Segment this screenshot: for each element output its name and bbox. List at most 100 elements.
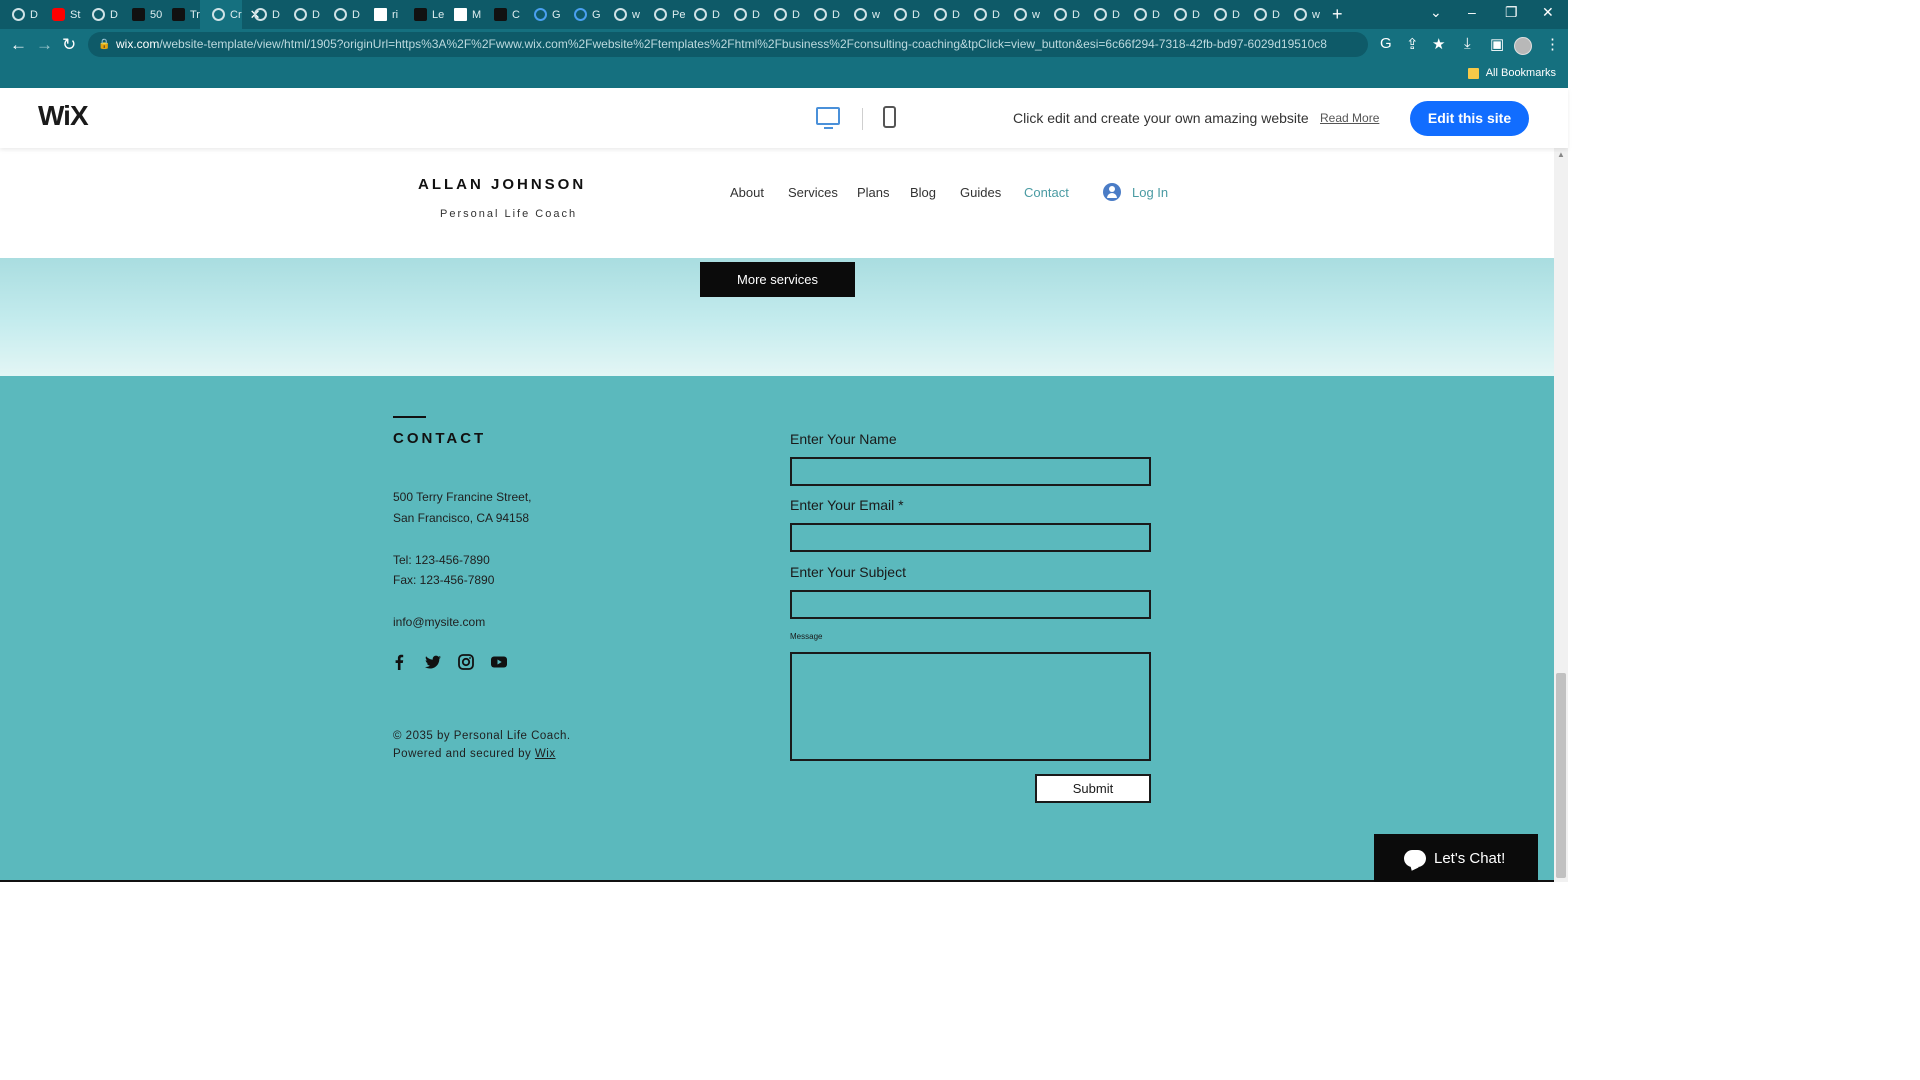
app-icon	[414, 8, 427, 21]
tab-label: D	[312, 8, 320, 21]
url-field[interactable]: 🔒 wix.com/website-template/view/html/190…	[88, 32, 1368, 57]
wix-promo-message: Click edit and create your own amazing w…	[1013, 110, 1309, 126]
tab-label: Tr	[190, 8, 200, 21]
tab-label: D	[352, 8, 360, 21]
browser-tab[interactable]: D	[802, 0, 842, 29]
name-field[interactable]	[790, 457, 1151, 486]
browser-tab[interactable]: D	[722, 0, 762, 29]
globe-icon	[934, 8, 947, 21]
address-line-1: 500 Terry Francine Street,	[393, 490, 532, 504]
google-lens-icon[interactable]: G	[1380, 35, 1392, 52]
tab-search-icon[interactable]: ⌄	[1430, 4, 1442, 21]
youtube-icon[interactable]	[491, 654, 507, 670]
browser-tab[interactable]: 50	[120, 0, 162, 29]
browser-tab[interactable]: Le	[402, 0, 444, 29]
browser-tab[interactable]: D	[1042, 0, 1082, 29]
nav-about[interactable]: About	[730, 185, 764, 200]
wix-link[interactable]: Wix	[535, 748, 556, 760]
forward-icon[interactable]: →	[36, 35, 53, 55]
tab-label: G	[552, 8, 561, 21]
user-icon[interactable]	[1103, 183, 1121, 201]
globe-icon	[12, 8, 25, 21]
browser-tab[interactable]: D	[962, 0, 1002, 29]
browser-tab[interactable]: D	[1242, 0, 1282, 29]
read-more-link[interactable]: Read More	[1320, 111, 1379, 125]
tab-label: D	[1152, 8, 1160, 21]
tab-label: M	[472, 8, 482, 21]
browser-tab[interactable]: D	[922, 0, 962, 29]
telephone: Tel: 123-456-7890	[393, 553, 490, 567]
download-icon[interactable]: ⤓	[1464, 35, 1471, 52]
browser-tab[interactable]: D	[1202, 0, 1242, 29]
browser-tab[interactable]: w	[602, 0, 642, 29]
close-window-icon[interactable]: ✕	[1542, 4, 1554, 21]
browser-tab[interactable]: ri	[362, 0, 402, 29]
nav-blog[interactable]: Blog	[910, 185, 936, 200]
message-field[interactable]	[790, 652, 1151, 761]
scrollbar-thumb[interactable]	[1556, 673, 1566, 878]
browser-tab-bar: D St D 50 Tr Cr ✕ D D Dri Le M C G Gw Pe D D D Dw D D Dw D D D D D D…	[0, 0, 1568, 29]
browser-tab[interactable]: w	[842, 0, 882, 29]
browser-tab[interactable]: D	[682, 0, 722, 29]
new-tab-button[interactable]: +	[1332, 4, 1343, 25]
instagram-icon[interactable]	[458, 654, 474, 670]
share-icon[interactable]: ⇪	[1406, 35, 1419, 53]
all-bookmarks-button[interactable]: All Bookmarks	[1467, 67, 1556, 79]
url-host: wix.com	[116, 37, 160, 51]
globe-icon	[614, 8, 627, 21]
browser-tab[interactable]: C	[482, 0, 522, 29]
browser-tab[interactable]: G	[562, 0, 602, 29]
desktop-view-icon[interactable]	[816, 107, 840, 129]
browser-tab[interactable]: D	[0, 0, 40, 29]
submit-button[interactable]: Submit	[1035, 774, 1151, 803]
browser-tab[interactable]: St	[40, 0, 80, 29]
browser-tab[interactable]: D	[1122, 0, 1162, 29]
browser-tab[interactable]: D	[882, 0, 922, 29]
minimize-icon[interactable]: –	[1468, 4, 1476, 20]
bookmark-star-icon[interactable]: ★	[1432, 35, 1445, 53]
brand-name[interactable]: ALLAN JOHNSON	[418, 176, 586, 193]
globe-icon	[92, 8, 105, 21]
subject-field[interactable]	[790, 590, 1151, 619]
side-panel-icon[interactable]: ▣	[1490, 35, 1504, 53]
browser-tab[interactable]: Cr ✕	[200, 0, 261, 29]
email-link[interactable]: info@mysite.com	[393, 615, 485, 629]
twitter-icon[interactable]	[425, 654, 441, 670]
browser-tab[interactable]: D	[762, 0, 802, 29]
profile-avatar[interactable]	[1514, 37, 1532, 55]
browser-tab[interactable]: Pe	[642, 0, 685, 29]
browser-tab[interactable]: D	[80, 0, 120, 29]
browser-tab[interactable]: D	[1082, 0, 1122, 29]
browser-tab[interactable]: M	[442, 0, 482, 29]
nav-plans[interactable]: Plans	[857, 185, 890, 200]
chat-widget-button[interactable]: Let's Chat!	[1374, 834, 1538, 882]
scroll-up-icon[interactable]: ▲	[1557, 150, 1565, 159]
browser-tab[interactable]: w	[1002, 0, 1042, 29]
browser-menu-icon[interactable]: ⋮	[1545, 35, 1560, 53]
more-services-button[interactable]: More services	[700, 262, 855, 297]
page-scrollbar[interactable]: ▲	[1554, 148, 1568, 882]
email-field[interactable]	[790, 523, 1151, 552]
nav-contact[interactable]: Contact	[1024, 185, 1069, 200]
bookmarks-bar: All Bookmarks	[0, 60, 1568, 88]
nav-services[interactable]: Services	[788, 185, 838, 200]
mobile-view-icon[interactable]	[883, 106, 896, 128]
login-link[interactable]: Log In	[1132, 185, 1168, 200]
browser-tab[interactable]: Tr	[160, 0, 200, 29]
wix-top-bar: WiX Click edit and create your own amazi…	[0, 88, 1568, 148]
back-icon[interactable]: ←	[10, 35, 27, 55]
browser-tab[interactable]: D	[282, 0, 322, 29]
tab-label: w	[632, 8, 640, 21]
browser-tab[interactable]: w	[1282, 0, 1322, 29]
reload-icon[interactable]: ↻	[62, 35, 76, 55]
restore-icon[interactable]: ❐	[1505, 4, 1518, 21]
browser-tab[interactable]: G	[522, 0, 562, 29]
wix-logo[interactable]: WiX	[38, 100, 89, 132]
browser-tab[interactable]: D	[242, 0, 282, 29]
edit-this-site-button[interactable]: Edit this site	[1410, 101, 1529, 136]
nav-guides[interactable]: Guides	[960, 185, 1001, 200]
brand-subtitle: Personal Life Coach	[440, 208, 578, 220]
facebook-icon[interactable]	[391, 654, 407, 670]
browser-tab[interactable]: D	[1162, 0, 1202, 29]
browser-tab[interactable]: D	[322, 0, 362, 29]
